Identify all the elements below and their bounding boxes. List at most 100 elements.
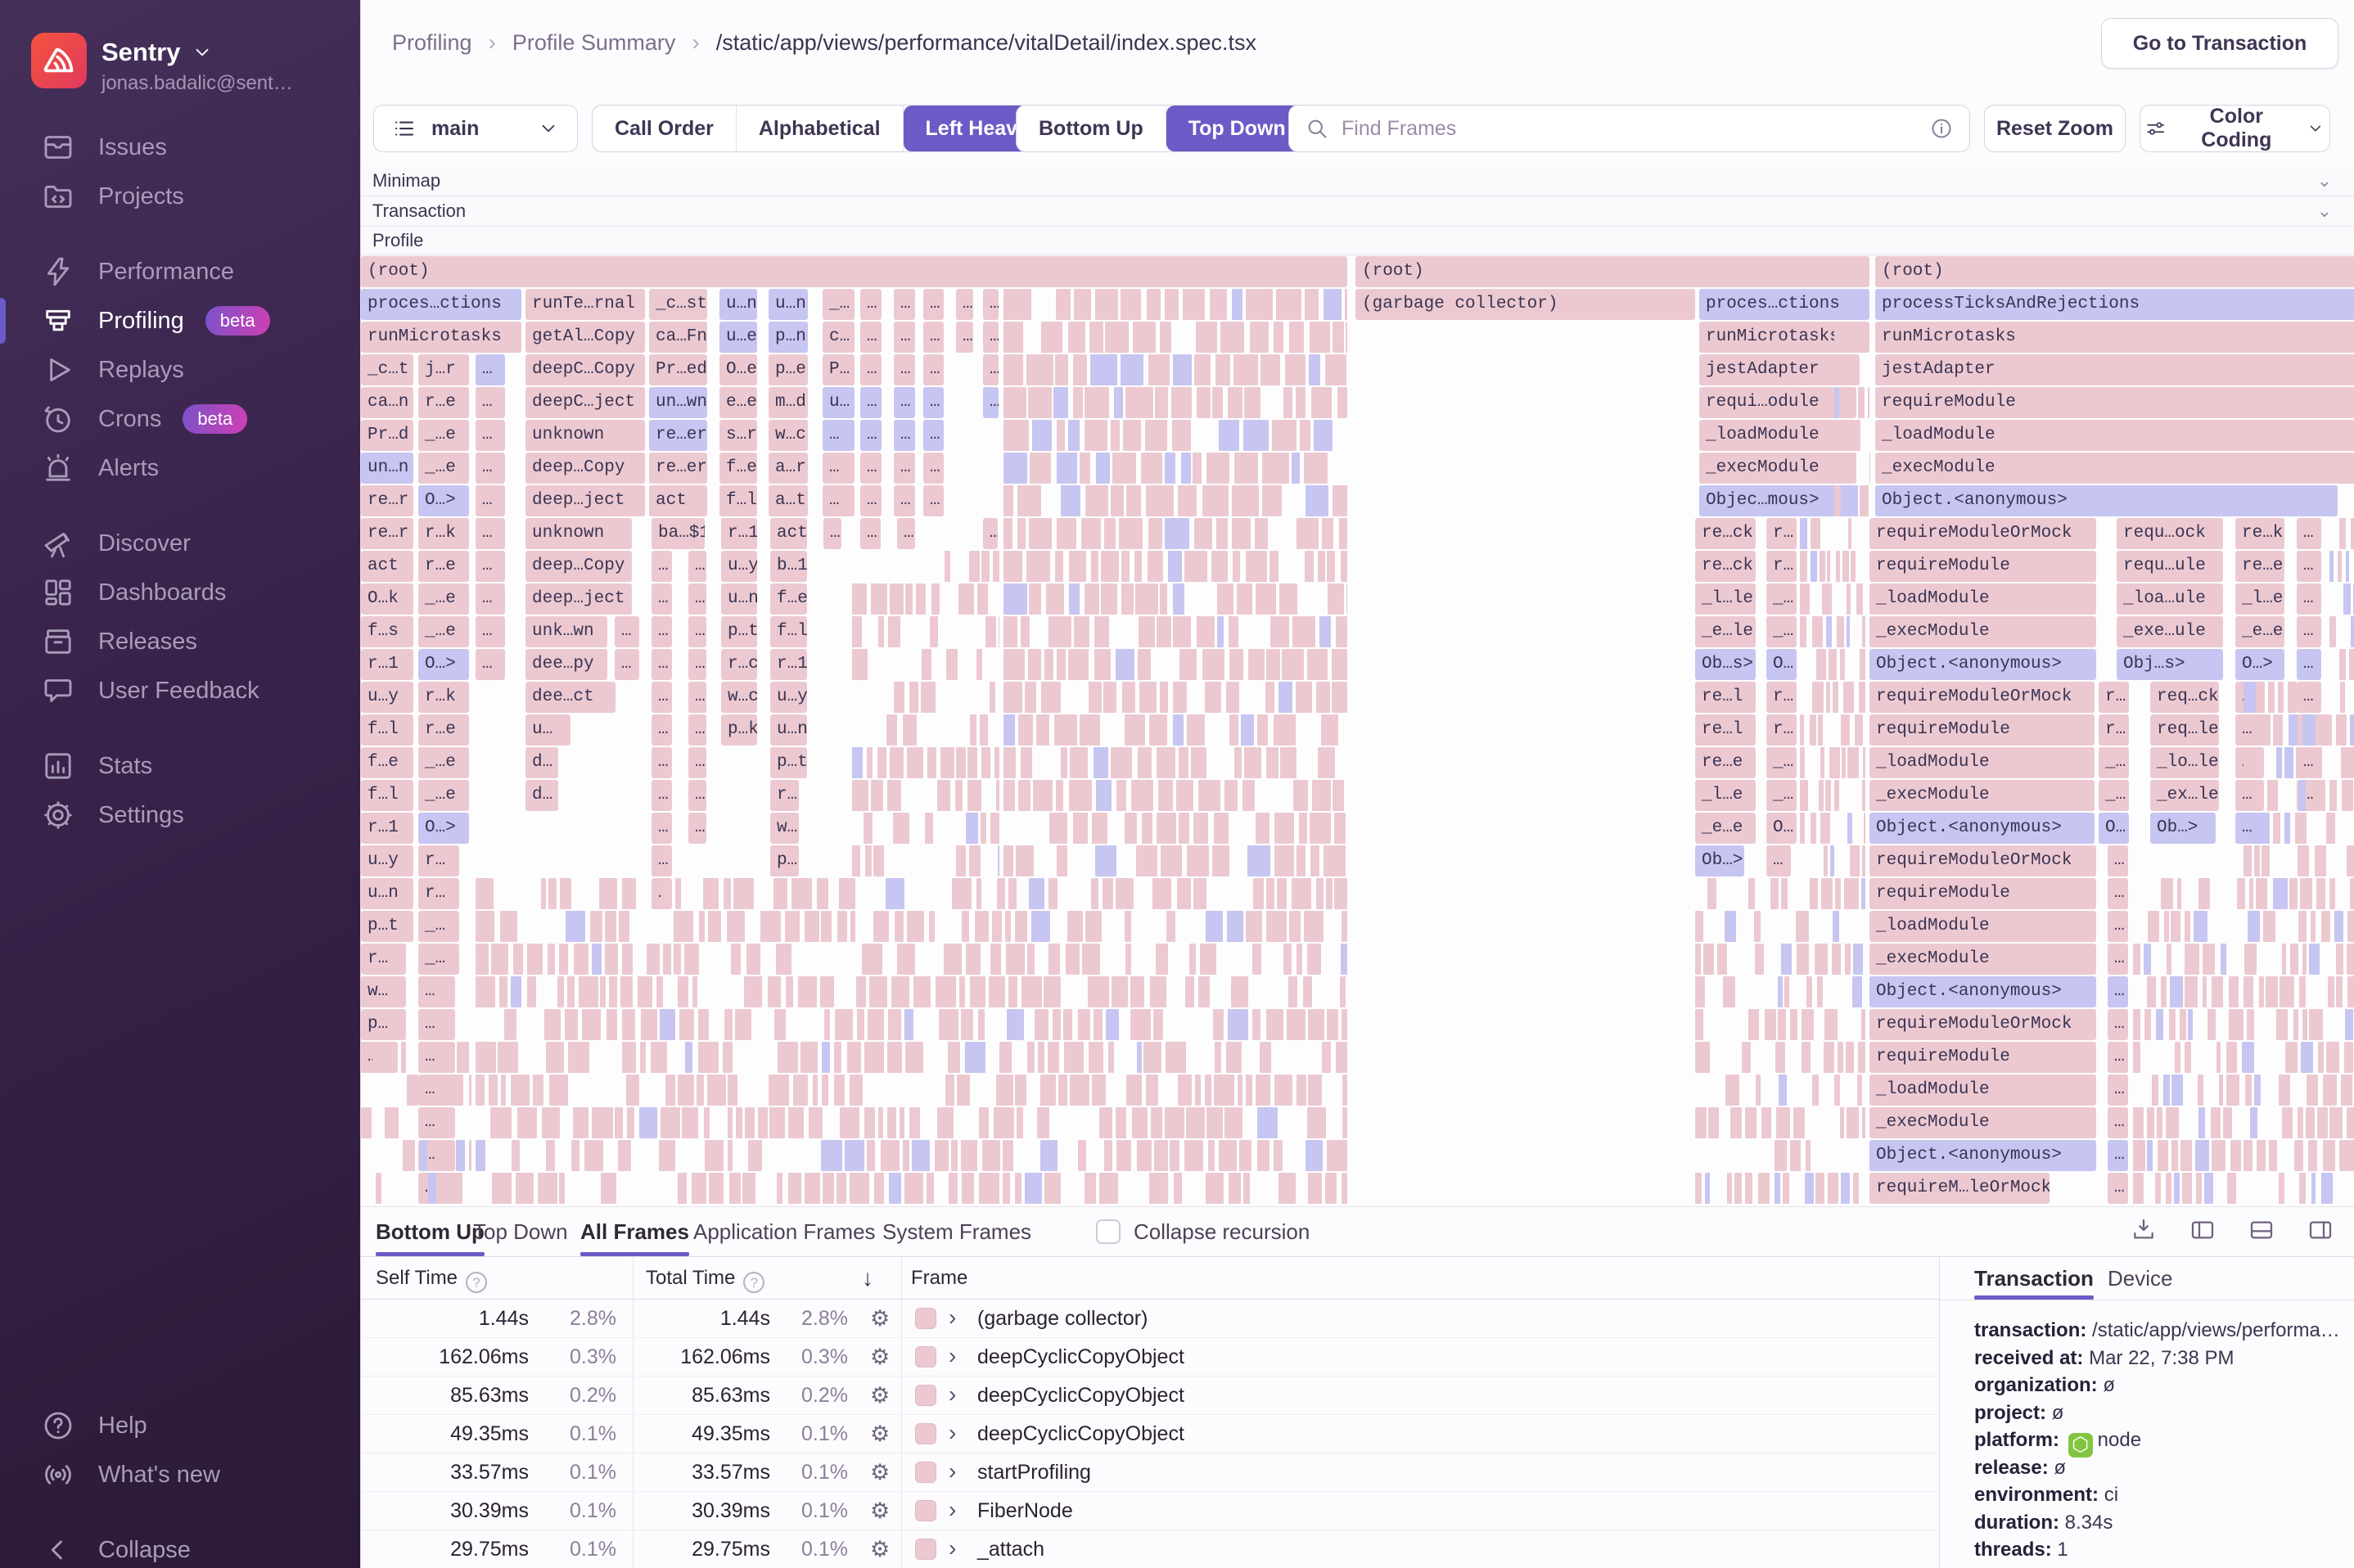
flame-frame[interactable]: re…e (1695, 747, 1756, 778)
flame-frame[interactable]: deepC…Copy (525, 354, 645, 385)
flame-frame[interactable]: f…l (719, 485, 757, 516)
flame-frame[interactable]: … (2235, 780, 2264, 811)
flame-frame[interactable]: … (418, 1173, 455, 1204)
flame-frame[interactable]: unknown (525, 518, 632, 549)
flame-frame[interactable]: _…e (418, 583, 469, 615)
flame-frame[interactable]: … (983, 354, 999, 385)
flame-frame[interactable]: … (983, 289, 999, 320)
flame-frame[interactable]: p…t (770, 747, 807, 778)
table-row[interactable]: 1.44s 2.8% 1.44s 2.8% ⚙ › (garbage collector) (361, 1300, 1939, 1338)
table-row[interactable]: 85.63ms 0.2% 85.63ms 0.2% ⚙ › deepCyclicCopyOb… (361, 1377, 1939, 1415)
flame-frame[interactable]: … (476, 485, 505, 516)
flame-frame[interactable]: (root) (1875, 256, 2354, 287)
flame-frame[interactable]: r…1 (361, 813, 413, 844)
sidebar-item-dashboards[interactable]: Dashboards (0, 568, 360, 617)
frame-settings-gear-icon[interactable]: ⚙ (870, 1306, 890, 1331)
flame-frame[interactable]: … (2108, 1173, 2128, 1204)
sidebar-item-profiling[interactable]: Profiling beta (0, 296, 360, 345)
flame-frame[interactable]: r…1 (770, 649, 807, 680)
tab-application-frames[interactable]: Application Frames (693, 1207, 876, 1256)
flame-frame[interactable]: r… (418, 878, 459, 909)
flame-frame[interactable]: u… (823, 387, 855, 418)
flame-frame[interactable]: e…e (719, 387, 757, 418)
flame-frame[interactable]: requireModuleOrMock (1869, 518, 2096, 549)
flame-frame[interactable]: … (823, 453, 855, 484)
flame-frame[interactable]: … (983, 518, 998, 549)
layout-dock-left-icon[interactable] (2189, 1217, 2216, 1243)
expand-chevron-icon[interactable]: › (949, 1497, 956, 1523)
flame-frame[interactable]: ca…n (361, 387, 413, 418)
flame-frame[interactable]: act (361, 551, 413, 582)
flame-frame[interactable]: … (476, 387, 505, 418)
sidebar-item-discover[interactable]: Discover (0, 519, 360, 568)
flame-frame[interactable]: processTicksAndRejections (1875, 289, 2354, 320)
flame-frame[interactable]: … (2108, 1140, 2128, 1171)
sidebar-item-settings[interactable]: Settings (0, 791, 360, 840)
flame-frame[interactable]: … (2108, 1107, 2128, 1138)
flame-frame[interactable]: r…e (418, 551, 469, 582)
flame-frame[interactable]: … (2108, 1009, 2128, 1040)
flame-frame[interactable]: r… (1766, 518, 1797, 549)
flame-frame[interactable]: Obj…s> (2117, 649, 2223, 680)
flame-frame[interactable]: O…e (719, 354, 757, 385)
flame-frame[interactable]: _execModule (1869, 944, 2096, 975)
flame-frame[interactable]: _loadModule (1869, 1075, 2096, 1106)
color-coding-button[interactable]: Color Coding (2140, 105, 2330, 152)
frame-settings-gear-icon[interactable]: ⚙ (870, 1422, 890, 1447)
flame-frame[interactable]: deepC…ject (525, 387, 645, 418)
find-frames-search[interactable] (1288, 105, 1970, 152)
flame-frame[interactable]: … (418, 976, 455, 1007)
flame-frame[interactable]: re…l (1695, 682, 1756, 713)
flame-frame[interactable]: _e…e (1695, 813, 1756, 844)
section-profile[interactable]: Profile (361, 227, 2354, 255)
flame-frame[interactable]: w… (361, 976, 406, 1007)
flame-frame[interactable]: u…y (721, 551, 757, 582)
flame-frame[interactable]: … (823, 420, 855, 451)
flame-frame[interactable]: b…1 (770, 551, 807, 582)
sidebar-item-releases[interactable]: Releases (0, 617, 360, 666)
sidebar-footer-help[interactable]: Help (0, 1401, 360, 1450)
flame-frame[interactable]: _loadModule (1699, 420, 1856, 451)
flame-frame[interactable]: … (688, 682, 706, 713)
flame-frame[interactable]: f…e (361, 747, 413, 778)
flame-frame[interactable]: … (894, 289, 915, 320)
expand-chevron-icon[interactable]: › (949, 1343, 956, 1369)
flame-frame[interactable]: p… (361, 1009, 406, 1040)
flame-frame[interactable]: u…e (719, 322, 757, 353)
flame-frame[interactable]: w…c (769, 420, 808, 451)
flame-frame[interactable]: … (894, 420, 915, 451)
sidebar-item-crons[interactable]: Crons beta (0, 394, 360, 444)
flame-frame[interactable]: requireModule (1875, 387, 2354, 418)
flame-frame[interactable]: … (688, 551, 706, 582)
total-time-header[interactable]: Total Time? (646, 1267, 765, 1293)
thread-selector[interactable]: main (373, 105, 578, 152)
self-time-header[interactable]: Self Time? (376, 1267, 488, 1293)
flame-frame[interactable]: Objec…mous> (1699, 485, 1855, 516)
flame-frame[interactable]: … (418, 1009, 455, 1040)
flame-frame[interactable]: r…e (418, 387, 469, 418)
flame-frame[interactable]: u…y (361, 682, 413, 713)
flame-frame[interactable]: _e…e (2235, 616, 2284, 647)
frame-settings-gear-icon[interactable]: ⚙ (870, 1345, 890, 1370)
flame-frame[interactable]: … (860, 420, 882, 451)
table-row[interactable]: 30.39ms 0.1% 30.39ms 0.1% ⚙ › FiberNode (361, 1492, 1939, 1530)
collapse-recursion-checkbox[interactable] (1096, 1219, 1121, 1244)
flame-frame[interactable]: m…d (769, 387, 808, 418)
flame-frame[interactable]: u…n (719, 289, 757, 320)
flame-frame[interactable]: requireModule (1869, 551, 2096, 582)
flame-frame[interactable]: f…e (770, 583, 807, 615)
flame-frame[interactable]: … (956, 289, 973, 320)
flame-frame[interactable]: … (688, 813, 706, 844)
flame-frame[interactable]: _… (1766, 780, 1797, 811)
flame-frame[interactable]: … (983, 387, 999, 418)
flame-frame[interactable]: _loa…ule (2117, 583, 2223, 615)
segment-option-alphabetical[interactable]: Alphabetical (737, 106, 904, 151)
flame-frame[interactable]: O…> (418, 649, 469, 680)
flame-frame[interactable]: … (688, 780, 706, 811)
table-row[interactable]: 49.35ms 0.1% 49.35ms 0.1% ⚙ › deepCyclicCopyOb… (361, 1415, 1939, 1453)
flame-frame[interactable]: … (652, 845, 672, 876)
details-tab-transaction[interactable]: Transaction (1974, 1257, 2094, 1300)
flame-frame[interactable]: deep…Copy (525, 551, 632, 582)
flame-frame[interactable]: O…k (361, 583, 413, 615)
flame-frame[interactable]: deep…ject (525, 485, 645, 516)
